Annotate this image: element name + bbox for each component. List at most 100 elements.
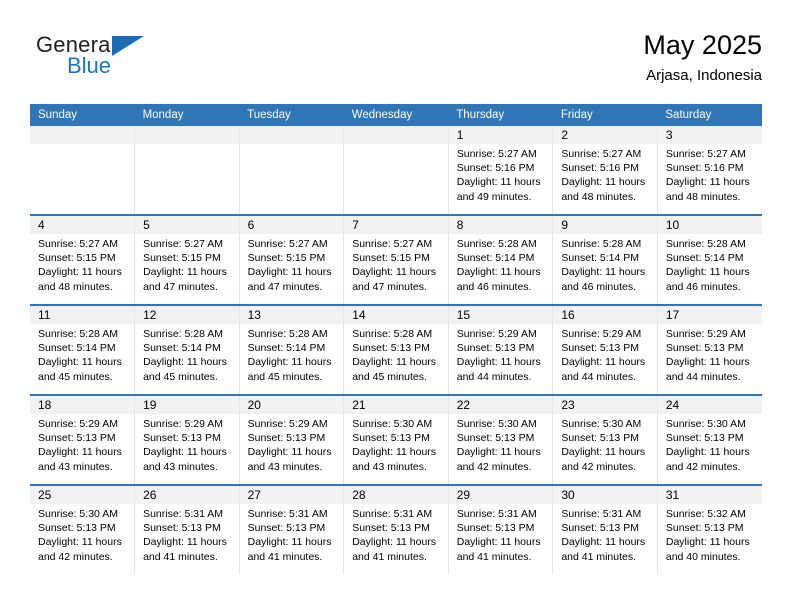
calendar-day-cell[interactable]: 24 Sunrise: 5:30 AM Sunset: 5:13 PM Dayligh… xyxy=(657,395,762,486)
daylight-text-line1: Daylight: 11 hours xyxy=(456,176,541,189)
daylight-text-line2: and 41 minutes. xyxy=(352,550,427,563)
sunset-text: Sunset: 5:13 PM xyxy=(561,522,639,535)
daylight-text-line2: and 48 minutes. xyxy=(38,280,113,293)
calendar-day-cell[interactable]: 4 Sunrise: 5:27 AM Sunset: 5:15 PM Daylight… xyxy=(30,215,136,306)
daylight-text-line2: and 46 minutes. xyxy=(665,280,741,293)
calendar-page: General Blue May 2025 Arjasa, Indonesia … xyxy=(0,0,792,612)
day-number: 4 xyxy=(30,216,135,234)
daylight-text-line1: Daylight: 11 hours xyxy=(352,446,437,459)
sunrise-text: Sunrise: 5:27 AM xyxy=(38,238,118,250)
triangle-flag-icon xyxy=(112,36,144,56)
daylight-text-line1: Daylight: 11 hours xyxy=(38,266,122,279)
day-number: 31 xyxy=(657,486,762,504)
calendar-day-cell[interactable]: 20 Sunrise: 5:29 AM Sunset: 5:13 PM Dayligh… xyxy=(239,395,345,486)
day-number: 28 xyxy=(344,486,448,504)
day-number xyxy=(344,126,448,144)
daylight-text-line1: Daylight: 11 hours xyxy=(561,356,646,369)
day-number: 9 xyxy=(553,216,657,234)
daylight-text-line2: and 42 minutes. xyxy=(561,460,637,473)
calendar-table: Sunday Monday Tuesday Wednesday Thursday… xyxy=(30,104,762,574)
sunset-text: Sunset: 5:13 PM xyxy=(38,522,116,535)
calendar-day-cell[interactable]: 17 Sunrise: 5:29 AM Sunset: 5:13 PM Dayligh… xyxy=(657,305,762,396)
sunset-text: Sunset: 5:13 PM xyxy=(665,522,744,535)
sunset-text: Sunset: 5:14 PM xyxy=(38,342,116,355)
daylight-text-line1: Daylight: 11 hours xyxy=(456,356,541,369)
day-cell-details: Sunrise: 5:28 AM Sunset: 5:14 PM Daylight:… xyxy=(240,324,344,384)
general-blue-logo[interactable]: General Blue xyxy=(36,32,236,92)
day-cell-inner: 6 Sunrise: 5:27 AM Sunset: 5:15 PM Daylight… xyxy=(239,216,344,304)
calendar-day-cell[interactable]: 22 Sunrise: 5:30 AM Sunset: 5:13 PM Dayligh… xyxy=(448,395,554,486)
day-cell-details: Sunrise: 5:29 AM Sunset: 5:13 PM Daylight:… xyxy=(449,324,553,384)
daylight-text-line1: Daylight: 11 hours xyxy=(561,176,646,189)
daylight-text-line2: and 43 minutes. xyxy=(38,460,113,473)
calendar-day-cell[interactable]: 21 Sunrise: 5:30 AM Sunset: 5:13 PM Dayligh… xyxy=(343,395,449,486)
day-cell-inner: 22 Sunrise: 5:30 AM Sunset: 5:13 PM Dayligh… xyxy=(448,396,553,484)
sunset-text: Sunset: 5:13 PM xyxy=(247,522,326,535)
day-cell-inner: 20 Sunrise: 5:29 AM Sunset: 5:13 PM Dayligh… xyxy=(239,396,344,484)
calendar-day-cell[interactable]: 29 Sunrise: 5:31 AM Sunset: 5:13 PM Dayligh… xyxy=(448,485,554,574)
day-cell-details: Sunrise: 5:29 AM Sunset: 5:13 PM Daylight:… xyxy=(240,414,344,474)
calendar-day-cell[interactable]: 31 Sunrise: 5:32 AM Sunset: 5:13 PM Dayligh… xyxy=(657,485,762,574)
day-cell-inner: 26 Sunrise: 5:31 AM Sunset: 5:13 PM Dayligh… xyxy=(135,486,239,574)
calendar-day-cell[interactable]: 15 Sunrise: 5:29 AM Sunset: 5:13 PM Dayligh… xyxy=(448,305,554,396)
calendar-day-cell[interactable]: 18 Sunrise: 5:29 AM Sunset: 5:13 PM Dayligh… xyxy=(30,395,136,486)
calendar-day-cell[interactable]: 11 Sunrise: 5:28 AM Sunset: 5:14 PM Dayligh… xyxy=(30,305,136,396)
daylight-text-line2: and 41 minutes. xyxy=(456,550,532,563)
calendar-day-cell[interactable]: 30 Sunrise: 5:31 AM Sunset: 5:13 PM Dayligh… xyxy=(552,485,658,574)
sunset-text: Sunset: 5:14 PM xyxy=(143,342,221,355)
day-number: 29 xyxy=(448,486,553,504)
calendar-day-cell[interactable]: 2 Sunrise: 5:27 AM Sunset: 5:16 PM Daylight… xyxy=(552,126,658,216)
sunset-text: Sunset: 5:14 PM xyxy=(456,252,535,265)
calendar-day-cell[interactable]: 23 Sunrise: 5:30 AM Sunset: 5:13 PM Dayligh… xyxy=(552,395,658,486)
calendar-day-cell[interactable]: 26 Sunrise: 5:31 AM Sunset: 5:13 PM Dayligh… xyxy=(134,485,240,574)
daylight-text-line1: Daylight: 11 hours xyxy=(352,536,437,549)
daylight-text-line2: and 41 minutes. xyxy=(247,550,323,563)
day-number: 24 xyxy=(657,396,762,414)
day-cell-inner: 23 Sunrise: 5:30 AM Sunset: 5:13 PM Dayligh… xyxy=(553,396,657,484)
sunset-text: Sunset: 5:14 PM xyxy=(247,342,326,355)
day-cell-details: Sunrise: 5:27 AM Sunset: 5:16 PM Daylight:… xyxy=(658,144,762,204)
calendar-day-cell[interactable]: 27 Sunrise: 5:31 AM Sunset: 5:13 PM Dayligh… xyxy=(239,485,345,574)
calendar-day-cell[interactable]: 13 Sunrise: 5:28 AM Sunset: 5:14 PM Dayligh… xyxy=(239,305,345,396)
sunrise-text: Sunrise: 5:31 AM xyxy=(247,508,328,520)
calendar-day-cell[interactable]: 19 Sunrise: 5:29 AM Sunset: 5:13 PM Dayligh… xyxy=(134,395,240,486)
calendar-day-cell[interactable]: 9 Sunrise: 5:28 AM Sunset: 5:14 PM Daylight… xyxy=(552,215,658,306)
daylight-text-line1: Daylight: 11 hours xyxy=(143,536,227,549)
day-cell-inner: 17 Sunrise: 5:29 AM Sunset: 5:13 PM Dayligh… xyxy=(657,306,762,394)
calendar-day-cell[interactable]: 12 Sunrise: 5:28 AM Sunset: 5:14 PM Dayligh… xyxy=(134,305,240,396)
daylight-text-line2: and 45 minutes. xyxy=(143,370,218,383)
calendar-day-cell[interactable]: 25 Sunrise: 5:30 AM Sunset: 5:13 PM Dayligh… xyxy=(30,485,136,574)
weekday-header-thursday: Thursday xyxy=(448,104,553,126)
day-cell-details: Sunrise: 5:28 AM Sunset: 5:13 PM Daylight:… xyxy=(344,324,448,384)
calendar-day-cell[interactable]: 1 Sunrise: 5:27 AM Sunset: 5:16 PM Daylight… xyxy=(448,126,554,216)
sunrise-text: Sunrise: 5:29 AM xyxy=(143,418,224,430)
calendar-day-cell[interactable]: 8 Sunrise: 5:28 AM Sunset: 5:14 PM Daylight… xyxy=(448,215,554,306)
day-cell-details: Sunrise: 5:27 AM Sunset: 5:16 PM Daylight:… xyxy=(449,144,553,204)
day-cell-details: Sunrise: 5:30 AM Sunset: 5:13 PM Daylight:… xyxy=(344,414,448,474)
daylight-text-line1: Daylight: 11 hours xyxy=(352,266,437,279)
day-number: 13 xyxy=(239,306,344,324)
calendar-day-cell[interactable]: 14 Sunrise: 5:28 AM Sunset: 5:13 PM Dayligh… xyxy=(343,305,449,396)
sunrise-text: Sunrise: 5:27 AM xyxy=(247,238,328,250)
calendar-day-cell[interactable]: 10 Sunrise: 5:28 AM Sunset: 5:14 PM Dayligh… xyxy=(657,215,762,306)
day-number: 18 xyxy=(30,396,135,414)
daylight-text-line1: Daylight: 11 hours xyxy=(561,446,646,459)
calendar-day-cell[interactable]: 6 Sunrise: 5:27 AM Sunset: 5:15 PM Daylight… xyxy=(239,215,345,306)
calendar-day-cell[interactable]: 3 Sunrise: 5:27 AM Sunset: 5:16 PM Daylight… xyxy=(657,126,762,216)
day-number: 22 xyxy=(448,396,553,414)
daylight-text-line1: Daylight: 11 hours xyxy=(38,536,122,549)
calendar-day-cell[interactable]: 16 Sunrise: 5:29 AM Sunset: 5:13 PM Dayligh… xyxy=(552,305,658,396)
daylight-text-line1: Daylight: 11 hours xyxy=(38,356,122,369)
calendar-day-cell[interactable]: 7 Sunrise: 5:27 AM Sunset: 5:15 PM Daylight… xyxy=(343,215,449,306)
day-number: 17 xyxy=(657,306,762,324)
weekday-header-wednesday: Wednesday xyxy=(343,104,449,126)
day-cell-details: Sunrise: 5:30 AM Sunset: 5:13 PM Daylight:… xyxy=(30,504,134,564)
day-cell-details: Sunrise: 5:31 AM Sunset: 5:13 PM Daylight:… xyxy=(449,504,553,564)
sunrise-text: Sunrise: 5:29 AM xyxy=(38,418,118,430)
sunset-text: Sunset: 5:13 PM xyxy=(456,432,535,445)
sunrise-text: Sunrise: 5:28 AM xyxy=(143,328,224,340)
day-number: 3 xyxy=(657,126,762,144)
calendar-day-cell[interactable]: 28 Sunrise: 5:31 AM Sunset: 5:13 PM Dayligh… xyxy=(343,485,449,574)
calendar-day-cell[interactable]: 5 Sunrise: 5:27 AM Sunset: 5:15 PM Daylight… xyxy=(134,215,240,306)
sunrise-text: Sunrise: 5:28 AM xyxy=(665,238,746,250)
